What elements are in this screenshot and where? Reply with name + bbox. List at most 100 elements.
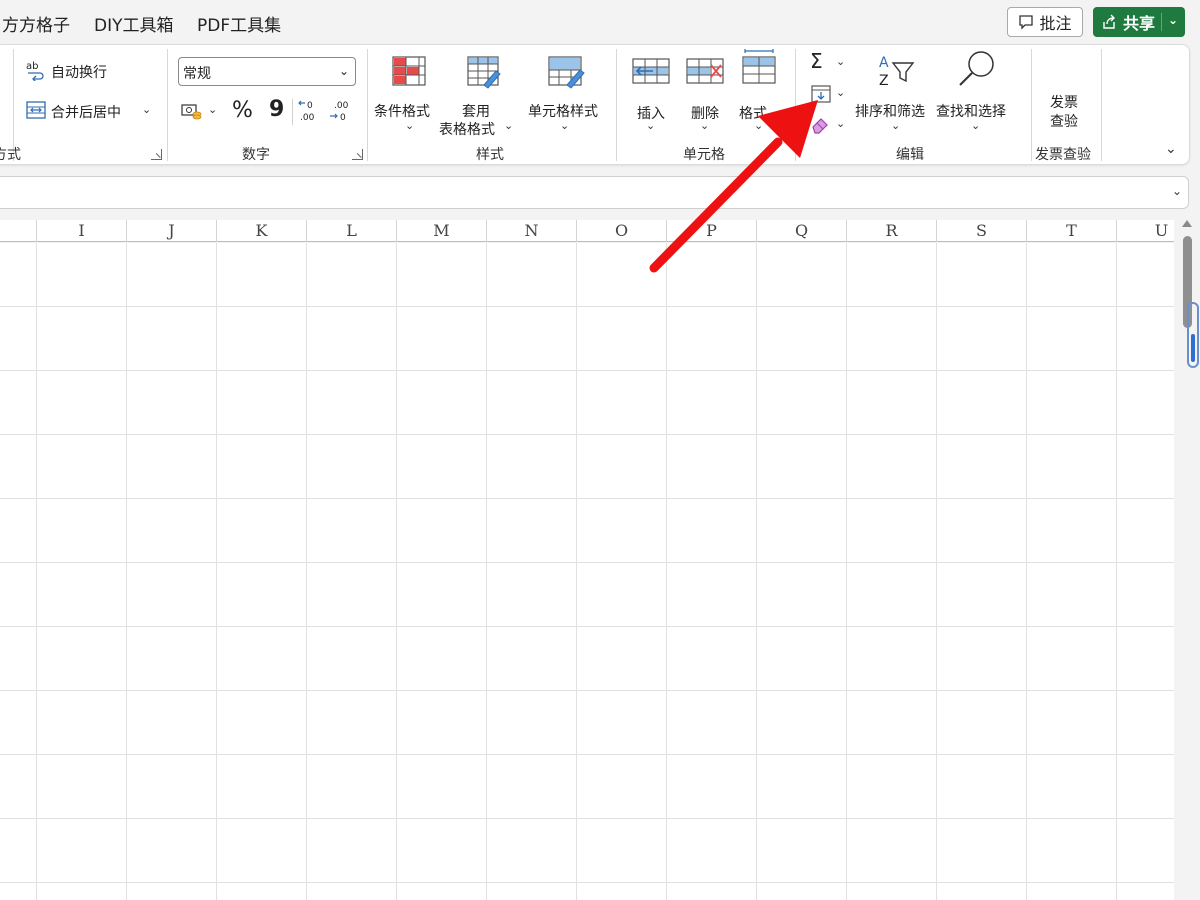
column-header[interactable]: M <box>396 220 486 242</box>
share-separator <box>1161 13 1162 31</box>
chevron-down-icon[interactable]: ⌄ <box>1168 13 1178 27</box>
chevron-down-icon: ⌄ <box>891 119 901 132</box>
cell-style-icon <box>548 56 585 89</box>
column-header[interactable]: P <box>666 220 756 242</box>
number-launcher-icon[interactable] <box>352 149 363 160</box>
ribbon-collapse-chevron-icon[interactable]: ⌄ <box>1165 141 1177 157</box>
column-header[interactable]: J <box>126 220 216 242</box>
column-header[interactable]: Q <box>756 220 846 242</box>
alignment-group-label: 方式 <box>0 147 21 163</box>
column-header[interactable]: R <box>846 220 936 242</box>
number-group-label: 数字 <box>242 147 270 163</box>
grid-line <box>396 243 397 900</box>
share-label: 共享 <box>1123 14 1156 33</box>
group-separator <box>1101 49 1102 161</box>
chevron-down-icon: ⌄ <box>971 119 981 132</box>
conditional-format-button[interactable]: 条件格式 ⌄ <box>374 53 443 133</box>
menu-bar: 方方格子 DIY工具箱 PDF工具集 批注 共享 ⌄ <box>0 0 1200 44</box>
wrap-text-button[interactable]: ab 自动换行 <box>25 59 155 85</box>
vertical-scrollbar[interactable] <box>1174 214 1200 900</box>
tab-diy-toolbox[interactable]: DIY工具箱 <box>94 11 174 36</box>
chevron-down-icon: ⌄ <box>700 119 710 132</box>
invoice-check-button[interactable]: 发票 查验 <box>1047 89 1087 133</box>
svg-text:0: 0 <box>307 101 313 111</box>
tab-pdf-tools[interactable]: PDF工具集 <box>197 11 281 36</box>
sort-filter-button[interactable]: A Z 排序和筛选 ⌄ <box>855 53 937 133</box>
grid-line <box>0 754 1174 755</box>
grid-line <box>126 243 127 900</box>
increase-decimal-button[interactable]: 0 .00 <box>297 97 321 125</box>
expand-formula-chevron-icon[interactable]: ⌄ <box>1172 184 1182 198</box>
grid-line <box>0 690 1174 691</box>
chevron-down-icon: ⌄ <box>504 119 514 132</box>
comment-label: 批注 <box>1039 14 1072 33</box>
column-header[interactable]: O <box>576 220 666 242</box>
format-cells-button[interactable]: 格式 ⌄ <box>739 49 783 133</box>
insert-cells-button[interactable]: 插入 ⌄ <box>631 53 675 133</box>
number-format-value: 常规 <box>183 66 211 82</box>
grid-line <box>0 370 1174 371</box>
grid-line <box>0 498 1174 499</box>
grid-line <box>0 434 1174 435</box>
conditional-format-label: 条件格式 <box>374 104 430 120</box>
svg-text:0: 0 <box>340 113 346 123</box>
scroll-up-arrow-icon[interactable] <box>1182 220 1192 227</box>
find-select-button[interactable]: 查找和选择 ⌄ <box>936 49 1019 133</box>
increase-decimal-icon: 0 .00 <box>298 100 315 123</box>
formula-bar[interactable]: ⌄ <box>0 176 1189 209</box>
column-header[interactable]: N <box>486 220 576 242</box>
svg-text:ab: ab <box>26 61 38 72</box>
svg-text:Z: Z <box>879 73 889 89</box>
wrap-text-label: 自动换行 <box>51 65 107 81</box>
comma-style-button[interactable]: 9 <box>269 97 284 122</box>
decrease-decimal-button[interactable]: .00 0 <box>329 97 353 125</box>
merge-center-label: 合并后居中 <box>51 105 121 121</box>
fill-button[interactable]: ⌄ <box>810 82 850 106</box>
delete-cells-button[interactable]: 删除 ⌄ <box>685 53 729 133</box>
clear-eraser-icon <box>812 118 828 134</box>
clear-button[interactable]: ⌄ <box>810 113 850 137</box>
column-header[interactable]: I <box>36 220 126 242</box>
svg-text:.00: .00 <box>334 101 349 111</box>
cell-grid[interactable] <box>0 243 1174 900</box>
format-cells-icon <box>742 49 776 84</box>
grid-line <box>306 243 307 900</box>
comment-button[interactable]: 批注 <box>1007 7 1083 37</box>
grid-line <box>666 243 667 900</box>
alignment-launcher-icon[interactable] <box>151 149 162 160</box>
column-header[interactable]: L <box>306 220 396 242</box>
grid-line <box>1116 243 1117 900</box>
table-format-button[interactable]: 套用 表格格式 ⌄ <box>439 53 520 138</box>
group-separator <box>167 49 168 161</box>
cell-styles-button[interactable]: 单元格样式 ⌄ <box>527 53 605 133</box>
column-header[interactable]: S <box>936 220 1026 242</box>
tab-fangfanggezi[interactable]: 方方格子 <box>2 11 70 36</box>
currency-icon <box>181 104 202 120</box>
column-header[interactable]: T <box>1026 220 1116 242</box>
grid-line <box>0 882 1174 883</box>
grid-line <box>216 243 217 900</box>
table-format-label-1: 套用 <box>462 104 490 120</box>
grid-line <box>486 243 487 900</box>
autosum-button[interactable]: Σ ⌄ <box>810 49 850 75</box>
share-button[interactable]: 共享 ⌄ <box>1093 7 1185 37</box>
column-header[interactable]: K <box>216 220 306 242</box>
decrease-decimal-icon: .00 0 <box>330 101 349 123</box>
sort-filter-label: 排序和筛选 <box>855 104 925 120</box>
group-separator <box>367 49 368 161</box>
group-separator <box>1031 49 1032 161</box>
chevron-down-icon: ⌄ <box>836 55 846 68</box>
grid-line <box>0 306 1174 307</box>
grid-line <box>936 243 937 900</box>
percent-style-button[interactable]: % <box>232 98 253 123</box>
merge-center-button[interactable]: 合并后居中 ⌄ <box>25 99 155 125</box>
cell-styles-label: 单元格样式 <box>528 104 598 120</box>
divider <box>292 99 293 125</box>
merge-center-icon <box>26 101 46 119</box>
svg-text:A: A <box>879 55 889 71</box>
accounting-format-button[interactable]: ⌄ <box>181 99 221 125</box>
grid-line <box>0 626 1174 627</box>
number-format-select[interactable]: 常规 ⌄ <box>178 57 356 86</box>
chevron-down-icon: ⌄ <box>208 103 218 116</box>
chevron-down-icon[interactable]: ⌄ <box>142 103 151 116</box>
